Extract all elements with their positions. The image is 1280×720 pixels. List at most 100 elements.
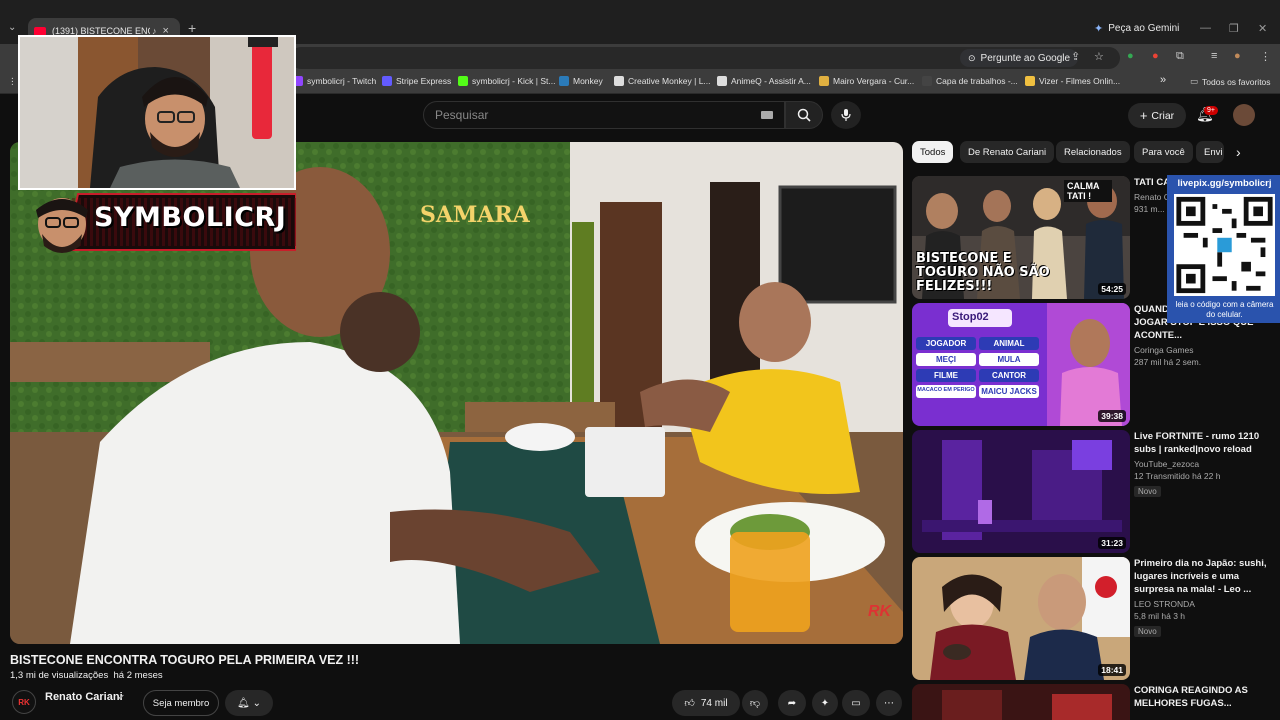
filter-chip[interactable]: De Renato Cariani	[960, 141, 1055, 163]
recommendation-channel[interactable]: Coringa Games	[1134, 345, 1269, 355]
recommendation-thumbnail[interactable]: 18:41	[912, 557, 1130, 680]
bookmark-favicon-icon	[458, 76, 468, 86]
more-actions-button[interactable]: ⋯	[876, 690, 902, 716]
gemini-label: Peça ao Gemini	[1108, 23, 1180, 34]
recommendation-stats: 12 Transmitido há 22 h	[1134, 471, 1221, 481]
create-button[interactable]: + Criar	[1128, 103, 1186, 128]
extensions-puzzle-icon[interactable]: ⧉	[1176, 50, 1184, 63]
all-favorites-link[interactable]: ▭ Todos os favoritos	[1190, 76, 1271, 87]
bookmark-item[interactable]: Mairo Vergara - Cur...	[819, 76, 914, 86]
join-button[interactable]: Seja membro	[143, 690, 219, 716]
recommendation-stats: 287 mil há 2 sem.	[1134, 357, 1202, 367]
bookmark-favicon-icon	[819, 76, 829, 86]
recommendation-item[interactable]: CORINGA REAGINDO AS MELHORES FUGAS...	[912, 684, 1272, 720]
duration-badge: 54:25	[1098, 283, 1126, 295]
stop-game-grid: JOGADOR ANIMAL MEÇI MULA FILME CANTOR MACACO E…	[916, 337, 1042, 398]
subscribed-button[interactable]: 🔔︎ ⌄	[225, 690, 273, 716]
streamer-name: SYMBOLICRJ	[94, 202, 287, 233]
bookmark-item[interactable]: Monkey	[559, 76, 603, 86]
gemini-button[interactable]: ✦ Peça ao Gemini	[1094, 22, 1179, 35]
channel-name[interactable]: Renato Cariani	[45, 691, 123, 703]
close-window-icon[interactable]: ✕	[1258, 22, 1267, 35]
extension-green-icon[interactable]: ●	[1127, 50, 1134, 62]
duration-badge: 39:38	[1098, 410, 1126, 422]
recommendation-stats: 5,8 mil há 3 h	[1134, 611, 1186, 621]
bookmark-star-icon[interactable]: ☆	[1094, 50, 1104, 63]
search-input[interactable]: Pesquisar	[423, 101, 785, 129]
bookmark-item[interactable]: symbolicrj - Twitch	[293, 76, 376, 86]
bookmark-item[interactable]: Stripe Express	[382, 76, 451, 86]
thanks-button[interactable]: ✦	[812, 690, 838, 716]
save-icon: ▭	[851, 697, 861, 709]
search-icon	[797, 108, 811, 122]
tab-search-icon[interactable]: ⌄	[8, 22, 16, 33]
folder-icon: ▭	[1190, 76, 1199, 86]
bookmarks-more-icon[interactable]: »	[1160, 74, 1166, 86]
filter-chip[interactable]: Para você	[1134, 141, 1193, 163]
bookmark-favicon-icon	[382, 76, 392, 86]
maximize-icon[interactable]: ❐	[1229, 22, 1239, 35]
new-badge: Novo	[1134, 626, 1161, 637]
search-button[interactable]	[785, 101, 823, 129]
keyboard-icon[interactable]	[761, 111, 773, 119]
recommendation-channel[interactable]: YouTube_zezoca	[1134, 459, 1269, 469]
recommendation-title[interactable]: Primeiro dia no Japão: sushi, lugares in…	[1134, 557, 1269, 596]
recommendation-thumbnail[interactable]: 31:23	[912, 430, 1130, 553]
filter-chip[interactable]: Envi	[1196, 141, 1224, 163]
like-button[interactable]: 👍︎ 74 mil	[672, 690, 740, 716]
voice-search-button[interactable]	[831, 101, 861, 129]
recommendation-thumbnail[interactable]: Stop02 JOGADOR ANIMAL MEÇI MULA FILME CANTOR M…	[912, 303, 1130, 426]
extension-red-icon[interactable]: ●	[1152, 50, 1159, 62]
recommendation-thumbnail[interactable]: BISTECONE E TOGURO NÃO SÃO FELIZES!!! CA…	[912, 176, 1130, 299]
qr-caption: leia o código com a câmera do celular.	[1175, 300, 1274, 319]
media-control-icon[interactable]: ≡	[1211, 50, 1217, 62]
new-tab-icon[interactable]: +	[188, 20, 196, 36]
ask-google-button[interactable]: ⊙ Pergunte ao Google	[960, 49, 1079, 67]
stop-cell: FILME	[916, 369, 976, 382]
stop-cell: JOGADOR	[916, 337, 976, 350]
recommendation-title[interactable]: Live FORTNITE - rumo 1210 subs | ranked|…	[1134, 430, 1269, 456]
browser-menu-icon[interactable]: ⋮	[1260, 50, 1271, 63]
google-lens-icon: ⊙	[968, 52, 976, 63]
stop-logo: Stop02	[952, 311, 989, 323]
bookmark-item[interactable]: Capa de trabalhos -...	[922, 76, 1018, 86]
dislike-button[interactable]: 👎︎	[742, 690, 768, 716]
recommendation-thumbnail[interactable]	[912, 684, 1130, 720]
plus-icon: +	[1139, 108, 1148, 123]
qr-code-image	[1174, 194, 1275, 296]
thumbnail-image	[912, 430, 1130, 553]
streamer-banner: SYMBOLICRJ	[18, 190, 297, 254]
filter-chip[interactable]: Relacionados	[1056, 141, 1130, 163]
bookmark-item[interactable]: Creative Monkey | L...	[614, 76, 711, 86]
bookmark-item[interactable]: AnimeQ - Assistir A...	[717, 76, 811, 86]
bookmark-label: symbolicrj - Kick | St...	[472, 76, 556, 86]
recommendation-title[interactable]: CORINGA REAGINDO AS MELHORES FUGAS...	[1134, 684, 1269, 710]
bookmark-label: Mairo Vergara - Cur...	[833, 76, 915, 86]
bookmark-label: Creative Monkey | L...	[628, 76, 711, 86]
more-icon: ⋯	[884, 697, 894, 709]
bookmark-item[interactable]: Vizer - Filmes Onlin...	[1025, 76, 1120, 86]
recommendation-channel[interactable]: LEO STRONDA	[1134, 599, 1269, 609]
bookmark-label: Capa de trabalhos -...	[936, 76, 1018, 86]
profile-avatar-icon[interactable]: ●	[1234, 50, 1241, 62]
chips-next-icon[interactable]: ›	[1236, 144, 1241, 160]
minimize-icon[interactable]: —	[1200, 22, 1211, 34]
share-button[interactable]: ➦	[778, 690, 806, 716]
duration-badge: 18:41	[1098, 664, 1126, 676]
microphone-icon	[841, 109, 851, 121]
bookmark-item[interactable]: symbolicrj - Kick | St...	[458, 76, 555, 86]
channel-avatar[interactable]: RK	[12, 690, 36, 714]
recommendation-info: Primeiro dia no Japão: sushi, lugares in…	[1134, 557, 1269, 639]
bookmark-favicon-icon	[1025, 76, 1035, 86]
filter-chip[interactable]: Todos	[912, 141, 954, 163]
install-app-icon[interactable]: ⇪	[1071, 50, 1080, 63]
bookmark-favicon-icon	[614, 76, 624, 86]
stop-cell: CANTOR	[979, 369, 1039, 382]
account-avatar[interactable]	[1233, 104, 1255, 126]
bookmark-favicon-icon	[559, 76, 569, 86]
qr-code-icon	[1176, 196, 1273, 294]
save-button[interactable]: ▭	[842, 690, 870, 716]
restaurant-sign: SAMARA	[420, 202, 531, 228]
gemini-star-icon: ✦	[1094, 23, 1104, 35]
stop-cell: MACACO EM PERIGO	[916, 385, 976, 398]
